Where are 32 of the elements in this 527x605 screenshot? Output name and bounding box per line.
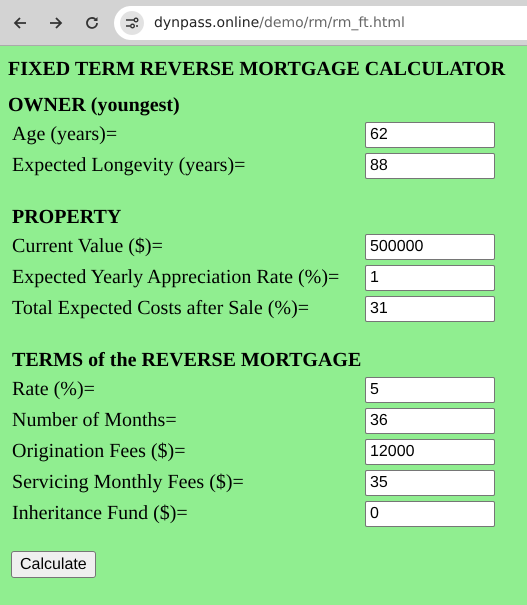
field-label: Origination Fees ($)=	[12, 440, 186, 463]
input-field[interactable]: 12000	[365, 438, 495, 464]
input-field[interactable]: 0	[365, 500, 495, 526]
field-label: Current Value ($)=	[12, 235, 164, 258]
input-field[interactable]: 31	[365, 296, 495, 322]
input-field[interactable]: 500000	[365, 234, 495, 260]
field-label: Expected Longevity (years)=	[12, 154, 246, 177]
field-label: Inheritance Fund ($)=	[12, 502, 189, 525]
input-field[interactable]: 36	[365, 408, 495, 434]
url-path: /demo/rm/rm_ft.html	[259, 14, 405, 30]
section-heading: OWNER (youngest)	[8, 93, 181, 117]
input-field[interactable]: 62	[365, 122, 495, 148]
field-label: Age (years)=	[12, 123, 118, 146]
address-bar[interactable]: dynpass.online/demo/rm/rm_ft.html	[114, 6, 527, 40]
section-heading: TERMS of the REVERSE MORTGAGE	[12, 348, 362, 372]
page-title: FIXED TERM REVERSE MORTGAGE CALCULATOR	[8, 58, 506, 81]
reload-icon[interactable]	[84, 14, 100, 30]
input-field[interactable]: 1	[365, 264, 495, 290]
field-label: Number of Months=	[12, 409, 178, 432]
calculate-button[interactable]: Calculate	[11, 551, 96, 578]
field-label: Rate (%)=	[12, 378, 96, 401]
url-host: dynpass.online	[154, 14, 260, 30]
input-field[interactable]: 35	[365, 470, 495, 496]
field-label: Servicing Monthly Fees ($)=	[12, 471, 245, 494]
input-field[interactable]: 88	[365, 152, 495, 178]
forward-icon[interactable]	[48, 14, 64, 30]
input-field[interactable]: 5	[365, 376, 495, 402]
field-label: Total Expected Costs after Sale (%)=	[12, 297, 310, 320]
section-heading: PROPERTY	[12, 205, 122, 229]
site-settings-icon[interactable]	[120, 10, 144, 34]
field-label: Expected Yearly Appreciation Rate (%)=	[12, 266, 340, 289]
back-icon[interactable]	[12, 14, 28, 30]
